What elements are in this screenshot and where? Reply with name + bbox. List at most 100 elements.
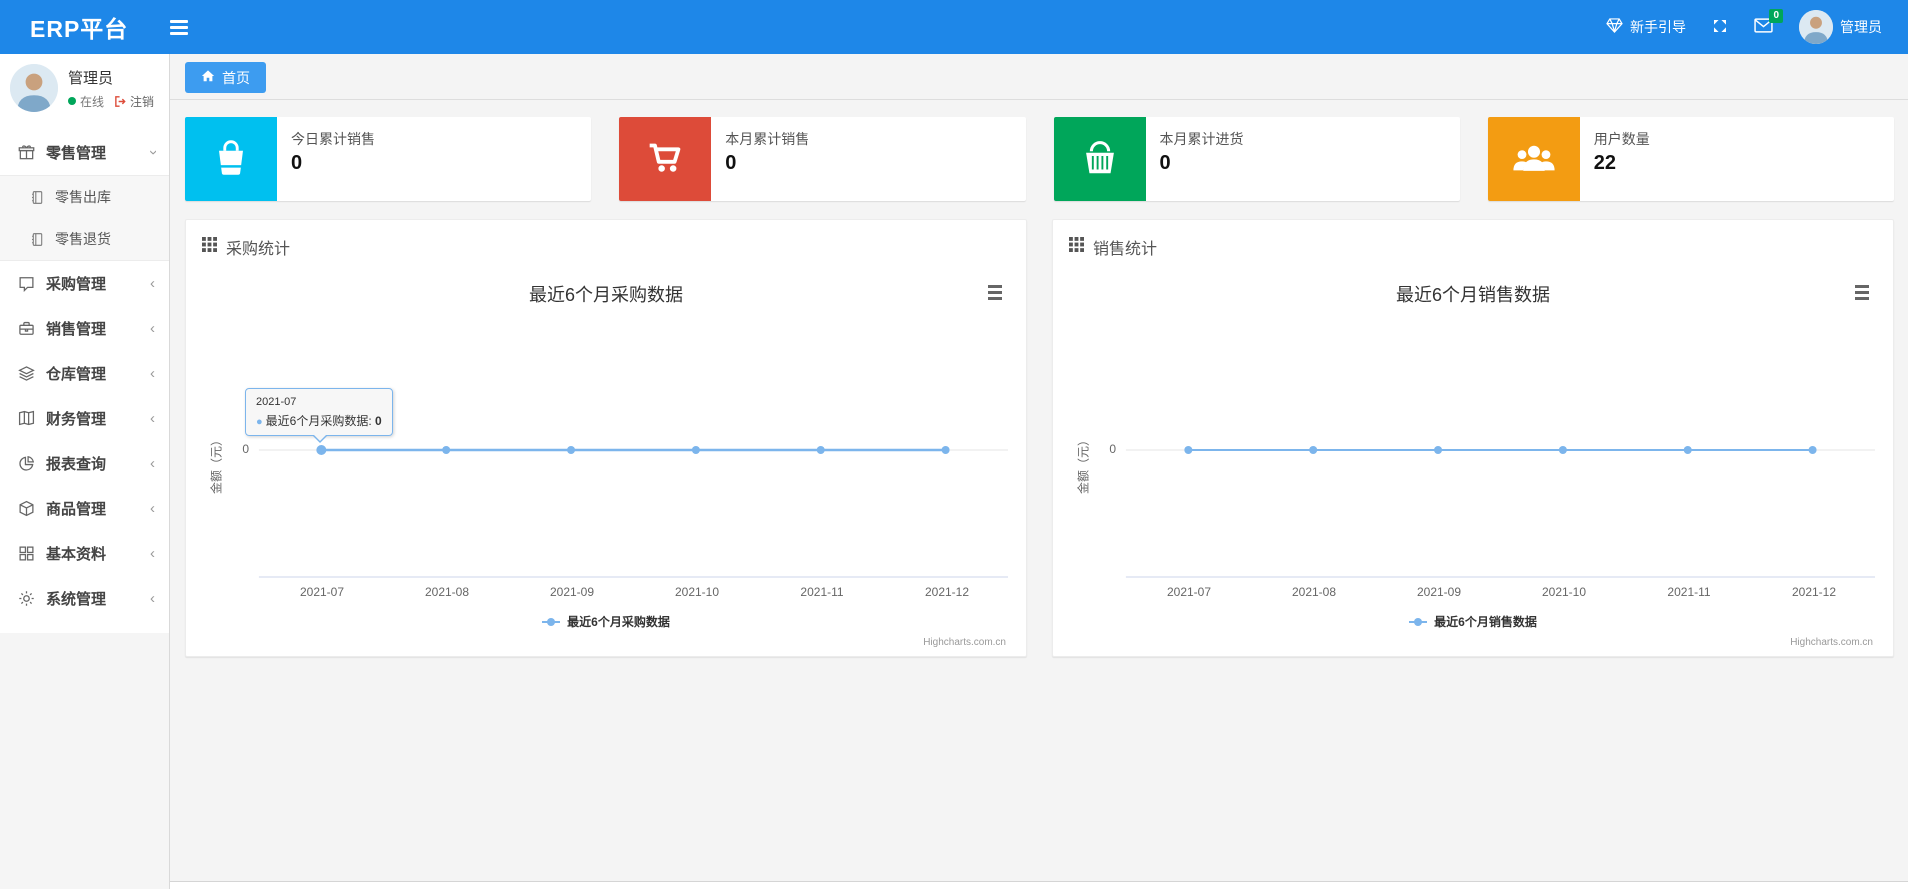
highcharts-credits-link[interactable]: Highcharts.com.cn bbox=[923, 637, 1006, 648]
legend-marker-icon bbox=[1409, 617, 1428, 626]
x-axis-label: 2021-07 bbox=[1166, 585, 1212, 599]
sidebar-item-retail-out[interactable]: 零售出库 bbox=[0, 176, 169, 218]
shopping-bag-icon bbox=[208, 134, 254, 185]
fullscreen-button[interactable] bbox=[1712, 18, 1728, 37]
chevron-left-icon: ‹ bbox=[150, 365, 155, 382]
sidebar-menu: 零售管理 ‹ 零售出库 零售退货 采购管理 ‹ 销售管理 ‹ 仓库管理 ‹ 财务… bbox=[0, 130, 169, 621]
chart-tooltip: 2021-07 ● 最近6个月采购数据: 0 bbox=[245, 388, 393, 443]
sales-chart: 最近6个月销售数据 0 金额（元） 2021-07 2021-08 2021-0… bbox=[1053, 269, 1893, 655]
th-grid-icon bbox=[1069, 237, 1084, 257]
gear-icon bbox=[18, 590, 35, 607]
sidebar-item-retail[interactable]: 零售管理 ‹ bbox=[0, 130, 169, 175]
sidebar-item-purchase[interactable]: 采购管理 ‹ bbox=[0, 261, 169, 306]
content-area: 首页 今日累计销售 0 本月累计销售 0 本月累计进货 0 用户数量 22 采购… bbox=[170, 54, 1908, 882]
th-grid-icon bbox=[202, 237, 217, 257]
sidebar-item-sales[interactable]: 销售管理 ‹ bbox=[0, 306, 169, 351]
stat-value: 22 bbox=[1593, 152, 1616, 174]
x-axis-label: 2021-12 bbox=[1791, 585, 1837, 599]
stat-card-today-sales[interactable]: 今日累计销售 0 bbox=[185, 117, 592, 201]
panel-title: 采购统计 bbox=[226, 241, 291, 258]
highcharts-credits-link[interactable]: Highcharts.com.cn bbox=[1790, 637, 1873, 648]
stat-label: 本月累计进货 bbox=[1159, 131, 1244, 147]
menu-label: 基本资料 bbox=[46, 546, 107, 563]
sidebar-item-system[interactable]: 系统管理 ‹ bbox=[0, 576, 169, 621]
messages-button[interactable]: 0 bbox=[1754, 9, 1783, 36]
stat-card-month-purchase[interactable]: 本月累计进货 0 bbox=[1053, 117, 1460, 201]
grid-icon bbox=[18, 545, 35, 562]
journal-icon bbox=[32, 190, 43, 204]
chevron-left-icon: ‹ bbox=[150, 275, 155, 292]
sidebar-item-finance[interactable]: 财务管理 ‹ bbox=[0, 396, 169, 441]
x-axis-label: 2021-08 bbox=[1291, 585, 1337, 599]
stat-card-user-count[interactable]: 用户数量 22 bbox=[1487, 117, 1894, 201]
legend-label: 最近6个月销售数据 bbox=[1434, 615, 1537, 629]
stat-cards-row: 今日累计销售 0 本月累计销售 0 本月累计进货 0 用户数量 22 bbox=[170, 100, 1908, 201]
menu-label: 报表查询 bbox=[46, 456, 107, 473]
tab-home[interactable]: 首页 bbox=[185, 62, 266, 93]
sidebar-user-name: 管理员 bbox=[68, 69, 114, 87]
x-axis-label: 2021-10 bbox=[1541, 585, 1587, 599]
online-status-icon bbox=[68, 97, 76, 105]
top-navbar: ERP平台 新手引导 0 管理员 bbox=[0, 0, 1908, 54]
menu-label: 零售管理 bbox=[46, 145, 107, 162]
x-axis-label: 2021-08 bbox=[424, 585, 470, 599]
chevron-left-icon: ‹ bbox=[150, 320, 155, 337]
tab-bar: 首页 bbox=[170, 54, 1908, 100]
app-logo[interactable]: ERP平台 bbox=[0, 10, 128, 44]
tooltip-date: 2021-07 bbox=[256, 396, 297, 408]
tab-label: 首页 bbox=[222, 69, 250, 86]
logout-button[interactable]: 注销 bbox=[114, 93, 154, 110]
cube-icon bbox=[18, 500, 35, 517]
users-icon bbox=[1511, 134, 1557, 185]
stat-card-month-sales[interactable]: 本月累计销售 0 bbox=[619, 117, 1026, 201]
sidebar-item-warehouse[interactable]: 仓库管理 ‹ bbox=[0, 351, 169, 396]
stat-value: 0 bbox=[1159, 152, 1171, 174]
y-axis-title: 金额（元） bbox=[1076, 433, 1091, 495]
legend-label: 最近6个月采购数据 bbox=[567, 615, 670, 629]
fullscreen-icon bbox=[1712, 18, 1728, 37]
stat-label: 用户数量 bbox=[1593, 131, 1650, 147]
legend-item[interactable]: 最近6个月采购数据 bbox=[186, 613, 1026, 630]
journal-icon bbox=[32, 232, 43, 246]
online-status-label: 在线 bbox=[80, 94, 105, 109]
chevron-left-icon: ‹ bbox=[150, 590, 155, 607]
sidebar: 管理员 在线 注销 零售管理 ‹ 零售出库 零售退货 采购管理 ‹ 销售管理 ‹… bbox=[0, 54, 170, 889]
sales-stats-panel: 销售统计 最近6个月销售数据 0 金额（元） 2021-07 2021-08 2… bbox=[1052, 219, 1894, 657]
guide-label: 新手引导 bbox=[1630, 19, 1686, 35]
chevron-left-icon: ‹ bbox=[150, 545, 155, 562]
purchase-stats-panel: 采购统计 最近6个月采购数据 0 金额（元） 2021-07 2021-08 2… bbox=[185, 219, 1027, 657]
shopping-basket-icon bbox=[1077, 134, 1123, 185]
gem-icon bbox=[1606, 18, 1623, 36]
sidebar-item-reports[interactable]: 报表查询 ‹ bbox=[0, 441, 169, 486]
messages-count-badge: 0 bbox=[1769, 9, 1783, 23]
chat-icon bbox=[18, 275, 35, 293]
x-axis-label: 2021-11 bbox=[800, 585, 844, 599]
guide-button[interactable]: 新手引导 bbox=[1606, 17, 1686, 37]
series-dot-icon: ● bbox=[256, 416, 263, 428]
menu-label: 系统管理 bbox=[46, 591, 107, 608]
menu-label: 商品管理 bbox=[46, 501, 107, 518]
sidebar-avatar bbox=[10, 64, 58, 112]
tooltip-series-label: 最近6个月采购数据: bbox=[265, 414, 375, 428]
menu-label: 采购管理 bbox=[46, 276, 107, 293]
legend-item[interactable]: 最近6个月销售数据 bbox=[1053, 613, 1893, 630]
book-icon bbox=[18, 410, 35, 427]
user-menu[interactable]: 管理员 bbox=[1799, 10, 1882, 44]
purchase-chart: 最近6个月采购数据 0 金额（元） 2021-07 2021-08 2021-0… bbox=[186, 269, 1026, 655]
sidebar-item-goods[interactable]: 商品管理 ‹ bbox=[0, 486, 169, 531]
gift-icon bbox=[18, 144, 35, 161]
sidebar-item-retail-return[interactable]: 零售退货 bbox=[0, 218, 169, 260]
sidebar-item-basic-data[interactable]: 基本资料 ‹ bbox=[0, 531, 169, 576]
chevron-left-icon: ‹ bbox=[150, 455, 155, 472]
menu-label: 销售管理 bbox=[46, 321, 107, 338]
x-axis-label: 2021-07 bbox=[299, 585, 345, 599]
menu-label: 财务管理 bbox=[46, 411, 107, 428]
briefcase-icon bbox=[18, 320, 35, 337]
shopping-cart-icon bbox=[642, 134, 688, 185]
retail-submenu: 零售出库 零售退货 bbox=[0, 175, 169, 261]
logout-label: 注销 bbox=[130, 94, 155, 109]
menu-label: 仓库管理 bbox=[46, 366, 107, 383]
panel-title: 销售统计 bbox=[1093, 241, 1158, 258]
submenu-label: 零售出库 bbox=[55, 189, 111, 205]
sidebar-toggle-button[interactable] bbox=[170, 19, 189, 35]
